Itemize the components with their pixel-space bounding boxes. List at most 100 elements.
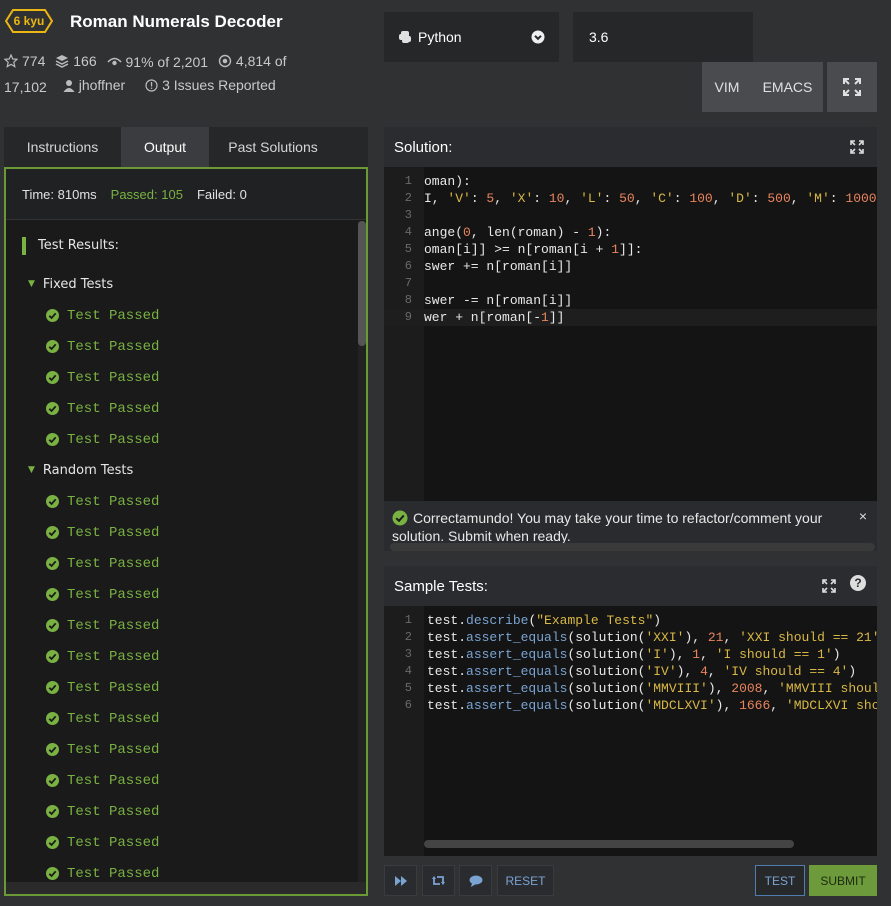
info-circle-icon bbox=[145, 78, 158, 92]
fullscreen-button[interactable] bbox=[827, 62, 877, 112]
test-passed-label: Test Passed bbox=[67, 555, 160, 572]
line-number: 3 bbox=[404, 647, 412, 661]
test-button[interactable]: TEST bbox=[755, 865, 805, 896]
sample-tests-scrollbar[interactable] bbox=[424, 840, 794, 848]
user-icon bbox=[63, 79, 75, 92]
test-result-row: Test Passed bbox=[6, 362, 356, 393]
fixed-tests-label: Fixed Tests bbox=[42, 277, 114, 292]
collections-stat[interactable]: 166 bbox=[55, 50, 97, 72]
output-panel: Time: 810ms Passed: 105 Failed: 0 Test R… bbox=[4, 167, 368, 896]
check-circle-icon bbox=[46, 309, 59, 322]
check-circle-icon bbox=[392, 510, 408, 526]
check-circle-icon bbox=[46, 867, 59, 880]
test-result-row: Test Passed bbox=[6, 486, 356, 517]
test-passed-label: Test Passed bbox=[67, 369, 160, 386]
test-result-row: Test Passed bbox=[6, 300, 356, 331]
completions-of-label: of bbox=[274, 53, 287, 69]
panel-tabs: Instructions Output Past Solutions bbox=[4, 127, 368, 167]
success-message: Correctamundo! You may take your time to… bbox=[392, 510, 823, 544]
code-line: 2 test.assert_equals(solution('XXI'), 21,… bbox=[384, 629, 877, 646]
test-result-row: Test Passed bbox=[6, 641, 356, 672]
close-icon[interactable]: × bbox=[859, 507, 867, 525]
test-passed-label: Test Passed bbox=[67, 400, 160, 417]
notice-scrollbar[interactable] bbox=[390, 543, 875, 551]
run-all-button[interactable] bbox=[384, 865, 417, 896]
test-result-row: Test Passed bbox=[6, 610, 356, 641]
line-number: 6 bbox=[404, 698, 412, 712]
code-line: 1 test.describe("Example Tests") bbox=[384, 612, 877, 629]
rank-label: 6 kyu bbox=[13, 14, 45, 28]
check-circle-icon bbox=[46, 557, 59, 570]
language-value: Python bbox=[418, 29, 462, 45]
check-circle-icon bbox=[46, 526, 59, 539]
tab-instructions[interactable]: Instructions bbox=[4, 127, 121, 167]
code-line: 7 bbox=[384, 275, 877, 292]
python-icon bbox=[399, 31, 411, 43]
code-line: 8 swer -= n[roman[i]] bbox=[384, 292, 877, 309]
language-select[interactable]: Python bbox=[384, 12, 559, 62]
issues-link[interactable]: 3 Issues Reported bbox=[145, 74, 276, 96]
restore-button[interactable] bbox=[422, 865, 455, 896]
reset-button[interactable]: RESET bbox=[497, 865, 554, 896]
author-link[interactable]: jhoffner bbox=[63, 74, 125, 96]
satisfaction-votes: of 2,201 bbox=[157, 54, 209, 70]
fixed-tests-group[interactable]: ▼ Fixed Tests bbox=[6, 269, 356, 300]
check-circle-icon bbox=[46, 619, 59, 632]
check-circle-icon bbox=[46, 371, 59, 384]
test-result-row: Test Passed bbox=[6, 548, 356, 579]
check-circle-icon bbox=[46, 495, 59, 508]
expand-icon[interactable] bbox=[822, 579, 836, 593]
scrollbar-thumb[interactable] bbox=[358, 221, 366, 346]
help-icon[interactable]: ? bbox=[850, 575, 866, 591]
line-number: 8 bbox=[404, 293, 412, 307]
sample-tests-editor[interactable]: 1 test.describe("Example Tests") 2 test.as… bbox=[384, 606, 877, 856]
test-result-row: Test Passed bbox=[6, 765, 356, 796]
discuss-button[interactable] bbox=[459, 865, 492, 896]
output-scrollbar[interactable] bbox=[358, 221, 366, 882]
output-summary: Time: 810ms Passed: 105 Failed: 0 bbox=[6, 169, 366, 220]
run-time: Time: 810ms bbox=[22, 186, 97, 202]
kata-title[interactable]: Roman Numerals Decoder bbox=[70, 12, 283, 32]
test-result-row: Test Passed bbox=[6, 579, 356, 610]
satisfaction-value: 91% bbox=[125, 54, 154, 70]
test-result-row: Test Passed bbox=[6, 734, 356, 765]
check-circle-icon bbox=[46, 681, 59, 694]
line-number: 6 bbox=[404, 259, 412, 273]
emacs-mode-button[interactable]: EMACS bbox=[752, 62, 823, 112]
test-passed-label: Test Passed bbox=[67, 865, 160, 882]
code-line: 5 test.assert_equals(solution('MMVIII'), … bbox=[384, 680, 877, 697]
output-horizontal-scrollbar[interactable] bbox=[6, 882, 366, 894]
test-result-row: Test Passed bbox=[6, 331, 356, 362]
completions-stat: 4,814 of bbox=[218, 50, 287, 72]
line-number: 5 bbox=[404, 242, 412, 256]
test-passed-label: Test Passed bbox=[67, 338, 160, 355]
check-circle-icon bbox=[46, 650, 59, 663]
expand-icon[interactable] bbox=[850, 140, 864, 154]
author-name: jhoffner bbox=[78, 77, 126, 93]
sample-tests-header: Sample Tests: ? bbox=[384, 566, 877, 606]
check-circle-icon bbox=[46, 805, 59, 818]
version-value: 3.6 bbox=[589, 29, 609, 45]
line-number: 3 bbox=[404, 208, 412, 222]
code-line: 4 ange(0, len(roman) - 1): bbox=[384, 224, 877, 241]
test-result-row: Test Passed bbox=[6, 827, 356, 858]
code-line: 1 oman): bbox=[384, 173, 877, 190]
test-passed-label: Test Passed bbox=[67, 834, 160, 851]
test-result-row: Test Passed bbox=[6, 424, 356, 455]
version-select[interactable]: 3.6 bbox=[573, 12, 753, 62]
test-result-row: Test Passed bbox=[6, 796, 356, 827]
check-circle-icon bbox=[46, 340, 59, 353]
submit-button[interactable]: SUBMIT bbox=[809, 865, 877, 896]
tab-output[interactable]: Output bbox=[121, 127, 209, 167]
tab-past-solutions[interactable]: Past Solutions bbox=[209, 127, 337, 167]
solution-header: Solution: bbox=[384, 127, 877, 167]
kata-stats: 774 166 91% of 2,201 4,814 of 17,102 jho… bbox=[4, 50, 304, 98]
test-passed-label: Test Passed bbox=[67, 586, 160, 603]
vim-mode-button[interactable]: VIM bbox=[702, 62, 752, 112]
stars-stat[interactable]: 774 bbox=[4, 50, 45, 72]
random-tests-group[interactable]: ▼ Random Tests bbox=[6, 455, 356, 486]
test-passed-label: Test Passed bbox=[67, 803, 160, 820]
line-number: 4 bbox=[404, 664, 412, 678]
solution-editor[interactable]: 1 oman): 2 I, 'V': 5, 'X': 10, 'L': 50, 'C… bbox=[384, 167, 877, 501]
code-line: 6 swer += n[roman[i]] bbox=[384, 258, 877, 275]
